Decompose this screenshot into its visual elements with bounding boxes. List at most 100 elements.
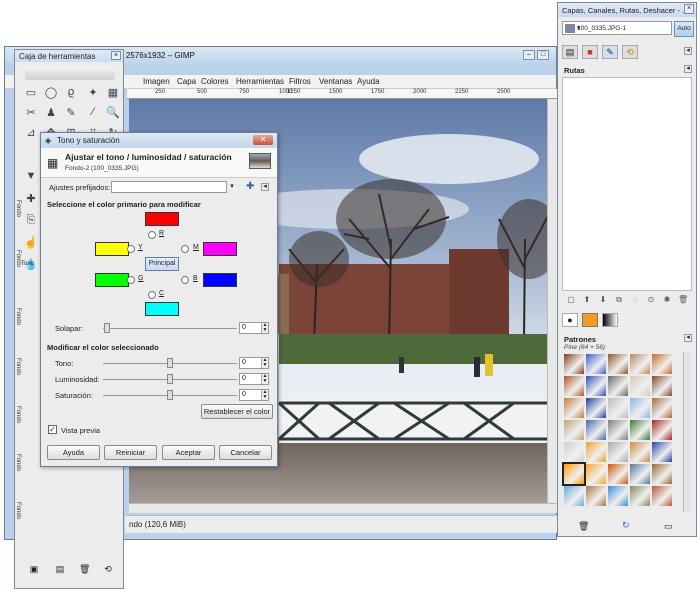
menu-filtros[interactable]: Filtros — [289, 77, 311, 86]
dock-close-button[interactable]: × — [684, 4, 694, 14]
wilber-drop-area[interactable] — [25, 66, 115, 80]
cancel-button[interactable]: Cancelar — [219, 445, 272, 460]
pattern-swatch[interactable] — [630, 442, 650, 462]
duplicate-path-icon[interactable]: ⧉ — [614, 295, 624, 305]
path-to-selection-icon[interactable]: ◌ — [630, 295, 640, 305]
principal-button[interactable]: Principal — [145, 257, 179, 271]
pattern-swatch[interactable] — [586, 486, 606, 506]
preview-checkbox[interactable]: ✓ — [48, 425, 57, 434]
menu-ayuda[interactable]: Ayuda — [357, 77, 380, 86]
measure-icon[interactable]: ⊿ — [23, 124, 39, 140]
pattern-swatch[interactable] — [630, 398, 650, 418]
pattern-swatch[interactable] — [564, 442, 584, 462]
pattern-swatch[interactable] — [652, 464, 672, 484]
raise-path-icon[interactable]: ⬆ — [582, 295, 592, 305]
overlap-spinbox[interactable]: 0 ▲ ▼ — [239, 322, 269, 334]
refresh-patterns-icon[interactable]: ↻ — [622, 520, 630, 531]
pattern-swatch[interactable] — [630, 486, 650, 506]
paths-list[interactable] — [562, 77, 692, 291]
lower-path-icon[interactable]: ⬇ — [598, 295, 608, 305]
pattern-swatch[interactable] — [586, 376, 606, 396]
tab-menu-icon[interactable]: ◂ — [684, 47, 692, 55]
menu-capa[interactable]: Capa — [177, 77, 196, 86]
menu-herramientas[interactable]: Herramientas — [236, 77, 284, 86]
pattern-swatch[interactable] — [608, 464, 628, 484]
patterns-menu-icon[interactable]: ◂ — [684, 334, 692, 342]
overlap-slider[interactable] — [103, 328, 237, 329]
pattern-swatch[interactable] — [630, 420, 650, 440]
image-selector[interactable]: 100_0335.JPG-1 ▾ — [562, 21, 672, 35]
save-options-icon[interactable]: ▣ — [29, 564, 39, 574]
radio-magenta[interactable] — [181, 245, 189, 253]
lightness-spinbox[interactable]: 0 ▲ ▼ — [239, 373, 269, 385]
pattern-swatch[interactable] — [652, 486, 672, 506]
pattern-swatch[interactable] — [586, 442, 606, 462]
maximize-button[interactable]: □ — [537, 50, 549, 60]
spin-arrows-icon[interactable]: ▲ ▼ — [261, 374, 268, 384]
menu-colores[interactable]: Colores — [201, 77, 229, 86]
auto-button[interactable]: Auto — [674, 21, 694, 37]
pattern-swatch[interactable] — [652, 376, 672, 396]
close-button[interactable]: ✕ — [253, 135, 273, 145]
pattern-swatch[interactable] — [562, 462, 586, 486]
spin-arrows-icon[interactable]: ▲ ▼ — [261, 358, 268, 368]
help-button[interactable]: Ayuda — [47, 445, 100, 460]
toolbox-close-button[interactable]: × — [111, 51, 121, 60]
radio-yellow[interactable] — [127, 245, 135, 253]
chevron-down-icon[interactable]: ▾ — [226, 181, 237, 193]
radio-blue[interactable] — [181, 276, 189, 284]
add-preset-icon[interactable]: ✚ — [246, 181, 254, 192]
pattern-swatch[interactable] — [652, 354, 672, 374]
zoom-icon[interactable]: 🔍 — [105, 104, 121, 120]
patterns-scrollbar[interactable] — [683, 352, 691, 512]
pattern-swatch[interactable] — [608, 420, 628, 440]
pattern-swatch[interactable] — [630, 376, 650, 396]
clone-icon[interactable]: ⎘ — [23, 212, 39, 228]
spin-arrows-icon[interactable]: ▲ ▼ — [261, 390, 268, 400]
pattern-swatch[interactable] — [608, 442, 628, 462]
hue-slider-knob[interactable] — [167, 358, 173, 368]
paths-menu-icon[interactable]: ◂ — [684, 65, 692, 73]
pattern-swatch[interactable] — [564, 486, 584, 506]
pattern-swatch[interactable] — [586, 354, 606, 374]
scissors-icon[interactable]: ✂ — [23, 104, 39, 120]
minimize-button[interactable]: – — [523, 50, 535, 60]
saturation-spinbox[interactable]: 0 ▲ ▼ — [239, 389, 269, 401]
paths-icon[interactable]: ✎ — [63, 104, 79, 120]
pattern-swatch[interactable] — [652, 398, 672, 418]
radio-cyan[interactable] — [148, 291, 156, 299]
pattern-swatch[interactable] — [564, 376, 584, 396]
reset-color-button[interactable]: Restablecer el color — [201, 404, 273, 419]
pattern-swatch[interactable] — [630, 354, 650, 374]
pattern-swatch[interactable] — [608, 486, 628, 506]
vertical-scrollbar[interactable] — [547, 99, 557, 503]
delete-path-icon[interactable]: 🗑 — [678, 295, 688, 305]
pattern-swatch[interactable] — [586, 464, 606, 484]
pattern-swatch[interactable] — [652, 442, 672, 462]
menu-ventanas[interactable]: Ventanas — [319, 77, 352, 86]
pattern-swatch[interactable] — [586, 420, 606, 440]
new-path-icon[interactable]: ▢ — [566, 295, 576, 305]
radio-green[interactable] — [127, 276, 135, 284]
color-picker-icon[interactable]: ⁄ — [85, 104, 101, 120]
layers-tab-icon[interactable]: ▤ — [562, 45, 578, 59]
pattern-swatch[interactable] — [608, 354, 628, 374]
ellipse-select-icon[interactable]: ◯ — [43, 84, 59, 100]
saturation-slider-knob[interactable] — [167, 390, 173, 400]
pattern-swatch[interactable] — [652, 420, 672, 440]
bucket-fill-icon[interactable]: ▼ — [23, 168, 39, 184]
heal-icon[interactable]: ✚ — [23, 190, 39, 206]
delete-options-icon[interactable]: 🗑 — [79, 564, 90, 574]
preset-menu-icon[interactable]: ◂ — [261, 183, 269, 191]
restore-options-icon[interactable]: ▤ — [55, 564, 65, 574]
smudge-icon[interactable]: ☝ — [23, 234, 39, 250]
pattern-swatch[interactable] — [608, 376, 628, 396]
pattern-swatch[interactable] — [608, 398, 628, 418]
pattern-swatch[interactable] — [630, 464, 650, 484]
pattern-swatch[interactable] — [564, 354, 584, 374]
paths-tab-icon[interactable]: ✎ — [602, 45, 618, 59]
pattern-swatch[interactable] — [586, 398, 606, 418]
undo-tab-icon[interactable]: ⟲ — [622, 45, 638, 59]
pattern-swatch[interactable] — [564, 420, 584, 440]
pattern-trash-icon[interactable]: 🗑 — [578, 521, 589, 532]
